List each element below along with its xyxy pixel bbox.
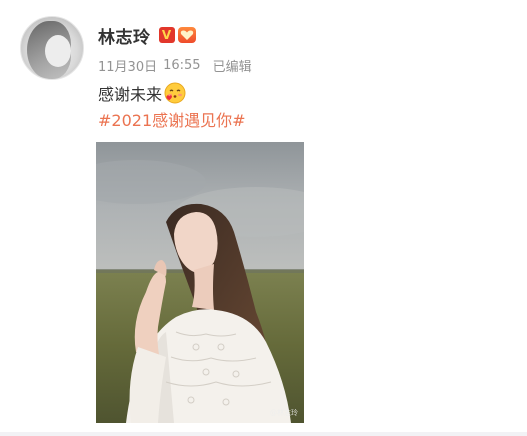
post-text: 感谢未来 [98, 85, 163, 104]
avatar-face [45, 35, 71, 67]
verified-icon[interactable]: V [158, 27, 175, 43]
post-text-row: 感谢未来 [98, 81, 186, 105]
hashtag-link[interactable]: #2021感谢遇见你# [98, 110, 246, 132]
user-name[interactable]: 林志玲 [98, 23, 151, 48]
image-watermark: @林志玲 [270, 409, 298, 417]
post-time[interactable]: 16:55 [163, 58, 200, 73]
divider [0, 432, 527, 436]
level-badge-icon[interactable] [177, 27, 196, 43]
post-meta: 11月30日 16:55 已编辑 [98, 56, 252, 75]
weibo-post-card: 林志玲 V 11月30日 16:55 已编辑 感谢未来 #2021感谢遇见你# [0, 0, 527, 436]
post-date[interactable]: 11月30日 [98, 56, 157, 75]
blush-heart-emoji-icon [164, 82, 186, 104]
photo-illustration [96, 142, 304, 423]
edited-label[interactable]: 已编辑 [213, 56, 252, 75]
post-photo[interactable]: @林志玲 [96, 142, 304, 423]
author-row: 林志玲 V [98, 23, 196, 48]
avatar[interactable] [20, 16, 84, 80]
